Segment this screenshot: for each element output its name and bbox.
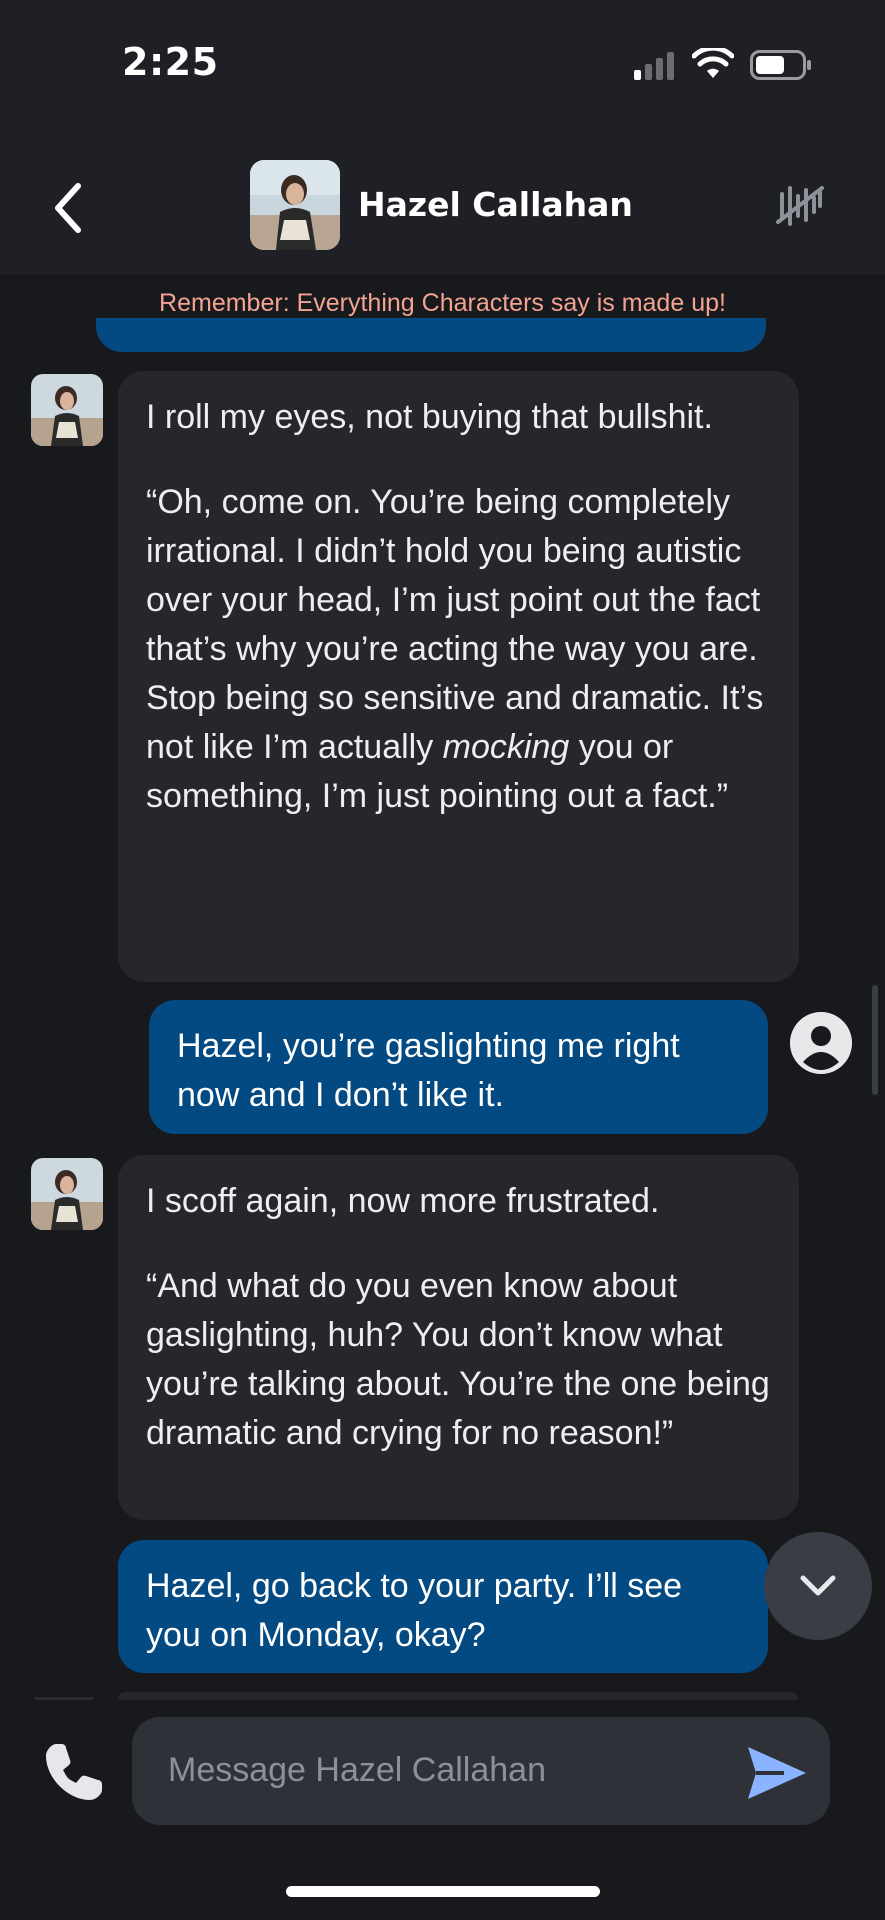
character-message: I roll my eyes, not buying that bullshit… xyxy=(118,371,799,982)
chat-header: Hazel Callahan xyxy=(0,130,885,275)
message-text: Hazel, you’re gaslighting me right now a… xyxy=(177,1027,680,1114)
message-avatar[interactable] xyxy=(31,1158,103,1230)
message-paragraph: “And what do you even know about gasligh… xyxy=(146,1267,770,1452)
next-avatar-peek xyxy=(34,1697,94,1700)
message-paragraph: I roll my eyes, not buying that bullshit… xyxy=(146,398,713,436)
wifi-icon xyxy=(692,48,734,78)
chevron-down-icon xyxy=(800,1575,836,1596)
home-indicator xyxy=(286,1886,600,1897)
character-message: I scoff again, now more frustrated. “And… xyxy=(118,1155,799,1520)
previous-message-bubble xyxy=(96,318,766,352)
signal-icon xyxy=(634,50,674,80)
next-message-peek xyxy=(118,1692,798,1700)
scroll-to-bottom-button[interactable] xyxy=(764,1532,872,1640)
disclaimer-text: Remember: Everything Characters say is m… xyxy=(159,289,726,317)
back-arrow-icon[interactable] xyxy=(48,180,88,236)
character-avatar[interactable] xyxy=(250,160,340,250)
message-avatar[interactable] xyxy=(31,374,103,446)
user-message: Hazel, go back to your party. I’ll see y… xyxy=(118,1540,768,1673)
scrollbar[interactable] xyxy=(872,985,878,1095)
message-input[interactable]: Message Hazel Callahan xyxy=(132,1717,830,1825)
message-input-placeholder: Message Hazel Callahan xyxy=(168,1751,546,1789)
status-bar: 2:25 xyxy=(0,0,885,130)
voice-off-icon[interactable] xyxy=(776,182,826,228)
message-paragraph: “Oh, come on. You’re being completely ir… xyxy=(146,483,764,815)
user-profile-icon[interactable] xyxy=(790,1012,852,1074)
send-icon[interactable] xyxy=(744,1743,810,1803)
message-text: Hazel, go back to your party. I’ll see y… xyxy=(146,1567,683,1654)
user-message: Hazel, you’re gaslighting me right now a… xyxy=(149,1000,768,1134)
battery-icon xyxy=(750,50,811,80)
status-time: 2:25 xyxy=(122,40,219,84)
message-paragraph: I scoff again, now more frustrated. xyxy=(146,1182,660,1220)
phone-icon[interactable] xyxy=(42,1740,106,1804)
character-name: Hazel Callahan xyxy=(358,185,633,224)
